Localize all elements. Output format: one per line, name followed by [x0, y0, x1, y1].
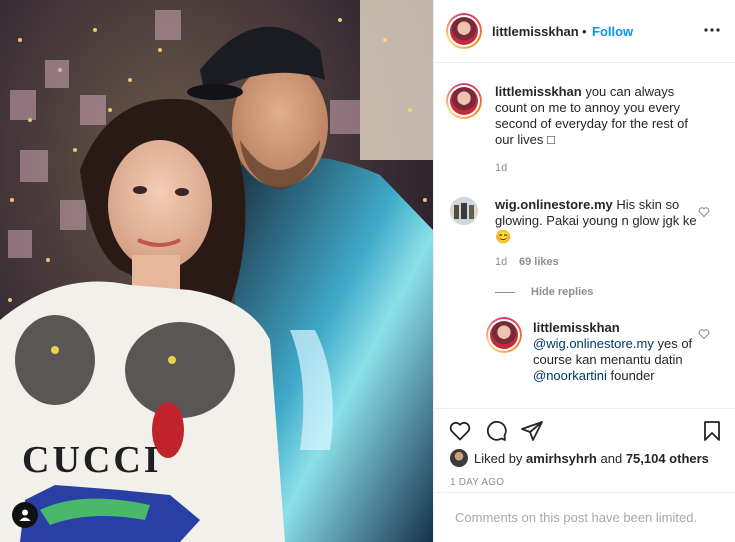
reply-username[interactable]: littlemisskhan	[533, 320, 620, 335]
heart-icon[interactable]	[448, 419, 472, 443]
likes-prefix: Liked by	[474, 450, 523, 466]
comment-like-heart-icon[interactable]	[698, 205, 710, 218]
comment-time: 1d	[495, 256, 508, 268]
liker-username[interactable]: amirhsyhrh	[526, 451, 597, 466]
post-image: CUCCI	[0, 0, 433, 542]
post-actions: Liked by amirhsyhrh and 75,104 others 1 …	[434, 408, 735, 492]
liker-avatar[interactable]	[450, 449, 468, 467]
comments-limited-text: Comments on this post have been limited.	[455, 510, 698, 525]
bookmark-icon[interactable]	[700, 419, 724, 443]
comment-text-block: wig.onlinestore.my His skin so glowing. …	[495, 197, 701, 245]
commenter-avatar[interactable]	[450, 197, 478, 225]
comment-username[interactable]: wig.onlinestore.my	[495, 197, 613, 212]
more-options-icon[interactable]	[700, 18, 724, 42]
caption-text-block: littlemisskhan you can always count on m…	[495, 84, 707, 148]
comment-icon[interactable]	[484, 419, 508, 443]
caption-avatar[interactable]	[446, 83, 482, 119]
reply-text-2: founder	[610, 368, 655, 383]
likes-count[interactable]: 75,104 others	[626, 451, 709, 466]
reply-text-block: littlemisskhan @wig.onlinestore.my yes of…	[533, 320, 693, 384]
replies-divider	[495, 292, 515, 293]
author-username[interactable]: littlemisskhan	[492, 24, 579, 39]
hide-replies-button[interactable]: Hide replies	[531, 286, 593, 298]
likes-and: and	[600, 450, 623, 466]
post-photo[interactable]: CUCCI	[0, 0, 433, 542]
reply-like-heart-icon[interactable]	[698, 327, 710, 340]
author-avatar[interactable]	[446, 13, 482, 49]
comments-section: littlemisskhan you can always count on m…	[434, 63, 735, 408]
comment-likes[interactable]: 69 likes	[519, 256, 559, 268]
separator-dot: •	[582, 24, 587, 39]
hide-replies-row[interactable]: Hide replies	[434, 285, 735, 301]
post-header: littlemisskhan • Follow	[434, 0, 735, 63]
svg-text:CUCCI: CUCCI	[22, 439, 162, 481]
reply-avatar[interactable]	[486, 317, 522, 353]
reply-mention-2[interactable]: @noorkartini	[533, 368, 607, 383]
likes-summary: Liked by amirhsyhrh and 75,104 others	[450, 449, 709, 467]
follow-button[interactable]: Follow	[592, 24, 633, 39]
post-details-panel: littlemisskhan • Follow littlemisskhan y…	[433, 0, 735, 542]
user-tag-icon[interactable]	[12, 502, 38, 528]
share-icon[interactable]	[520, 419, 544, 443]
post-timestamp: 1 DAY AGO	[450, 477, 505, 488]
caption-username[interactable]: littlemisskhan	[495, 84, 582, 99]
caption-time: 1d	[495, 162, 508, 174]
reply-mention-1[interactable]: @wig.onlinestore.my	[533, 336, 654, 351]
comments-limited-footer: Comments on this post have been limited.	[434, 492, 735, 542]
